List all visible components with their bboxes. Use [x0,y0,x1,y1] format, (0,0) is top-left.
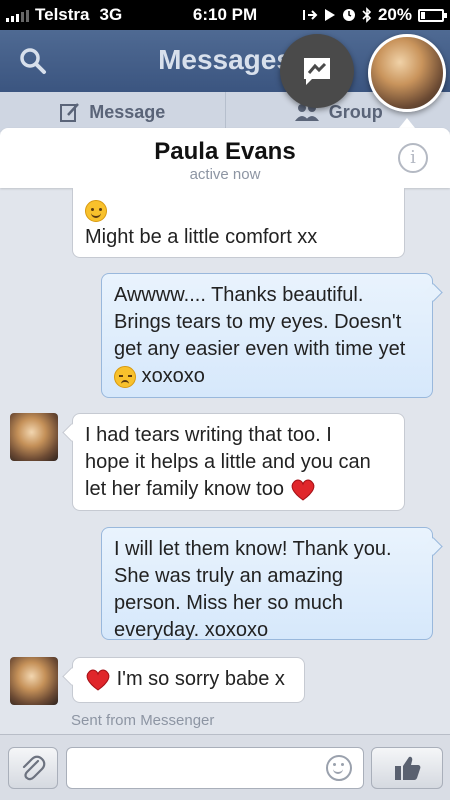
play-icon [324,9,335,21]
chat-head-pointer [399,118,415,128]
attach-button[interactable] [8,747,58,789]
message-line: hope it helps a little and you can [85,451,371,473]
conversation-header: Paula Evans active now i [0,128,450,188]
message-line: let her family know too [85,478,284,500]
bluetooth-icon [362,7,372,23]
messenger-chat-head[interactable] [280,34,354,108]
avatar [10,657,58,705]
contact-chat-head-avatar[interactable] [368,34,446,112]
message-text: I'm so sorry babe x [116,668,285,690]
message-bubble-outgoing: Awwww.... Thanks beautiful. Brings tears… [101,273,433,398]
tab-group-label: Group [328,101,383,122]
like-button[interactable] [371,747,443,789]
smile-emoji-icon [85,199,107,222]
paperclip-icon [22,755,46,781]
message-line: She was truly an amazing [114,565,344,587]
message-line: get any easier even with time yet [114,338,406,360]
sent-from-label: Sent from Messenger [71,712,215,729]
message-line: person. Miss her so much [114,592,343,614]
compose-icon [60,103,80,122]
heart-emoji-icon [86,669,110,691]
tab-message-label: Message [89,101,166,122]
call-forward-icon [302,10,318,20]
contact-name: Paula Evans [154,138,296,165]
avatar [10,413,58,461]
messenger-icon [304,58,330,85]
message-list[interactable]: Might be a little comfort xx Awwww.... T… [0,188,450,734]
message-bubble-outgoing: I will let them know! Thank you. She was… [101,527,433,641]
status-right: 20% [302,5,447,25]
message-line: Awwww.... Thanks beautiful. [114,284,364,306]
message-text: xoxoxo [141,365,205,387]
alarm-icon [342,9,355,21]
composer-bar [0,734,450,800]
battery-percent: 20% [377,5,412,24]
message-bubble-incoming: I'm so sorry babe x [72,657,305,703]
status-bar: Telstra 3G 6:10 PM 20% [0,0,450,30]
tab-message[interactable]: Message [0,92,226,132]
battery-icon [418,8,447,22]
message-input[interactable] [66,747,364,789]
message-text: Might be a little comfort xx [85,226,318,248]
message-line: I had tears writing that too. I [85,424,332,446]
message-line: I will let them know! Thank you. [114,538,392,560]
emoji-picker-icon[interactable] [326,755,352,781]
message-line: everyday. xoxoxo [114,619,269,641]
thumbs-up-icon [395,756,421,780]
heart-emoji-icon [291,479,314,501]
sad-emoji-icon [114,365,136,388]
message-bubble-incoming: I had tears writing that too. I hope it … [72,413,405,511]
info-icon[interactable]: i [398,143,428,173]
message-line: Brings tears to my eyes. Doesn't [114,311,402,333]
contact-status: active now [189,166,261,183]
message-bubble-incoming: Might be a little comfort xx [72,188,405,258]
